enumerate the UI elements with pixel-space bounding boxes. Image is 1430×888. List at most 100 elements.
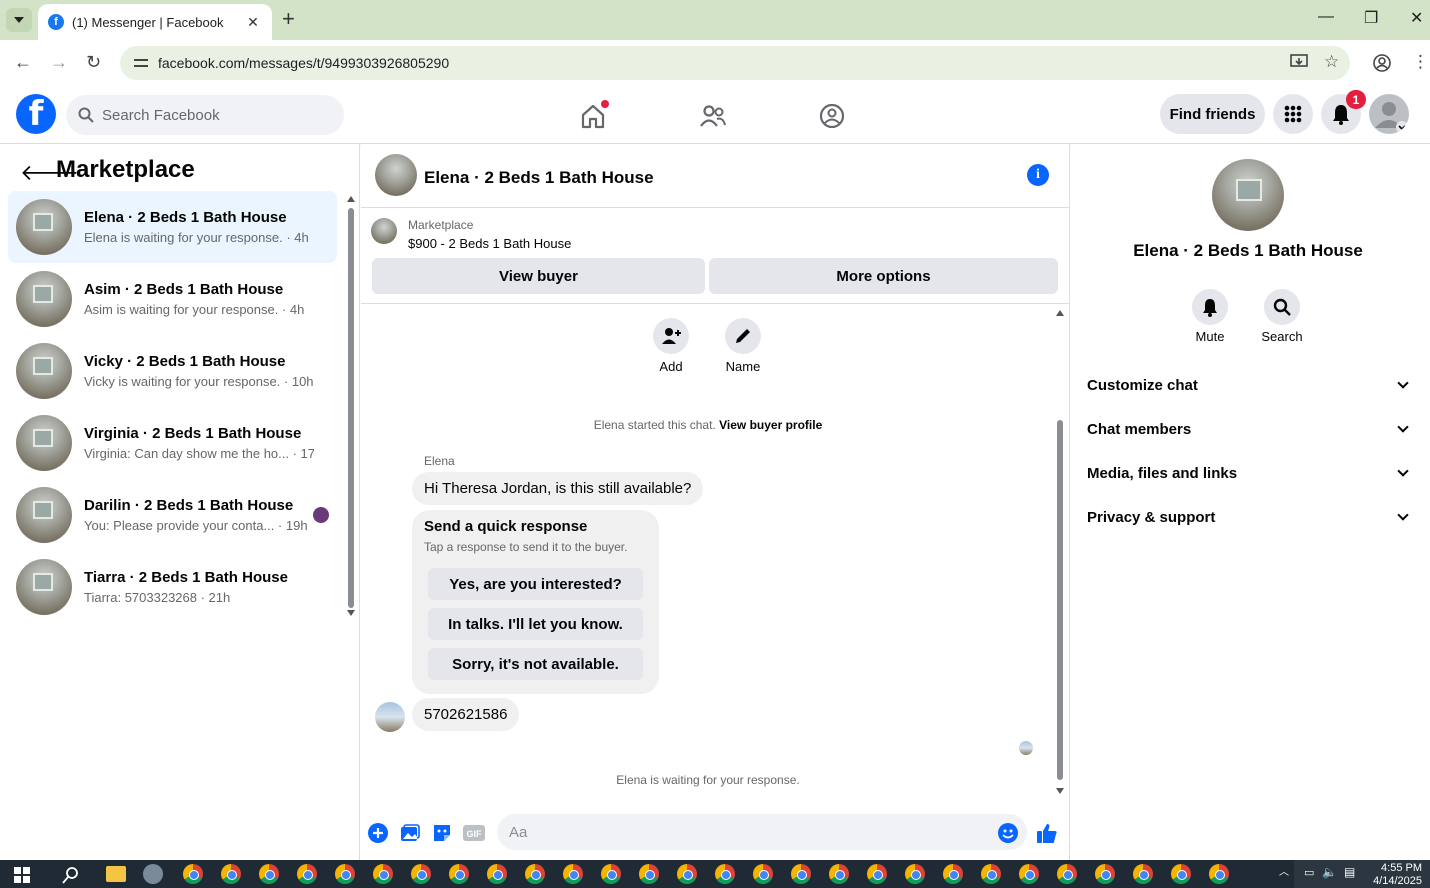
scroll-up-icon[interactable] xyxy=(347,196,355,202)
taskbar-browser-window-icon[interactable] xyxy=(373,864,393,884)
more-options-button[interactable]: More options xyxy=(709,258,1058,294)
taskbar-browser-window-icon[interactable] xyxy=(1133,864,1153,884)
conversation-item[interactable]: Tiarra · 2 Beds 1 Bath House Tiarra: 5703… xyxy=(8,551,337,623)
scroll-down-icon[interactable] xyxy=(1056,788,1064,794)
add-person-button[interactable] xyxy=(653,318,689,354)
bookmark-star-icon[interactable]: ☆ xyxy=(1324,52,1339,72)
taskbar-browser-window-icon[interactable] xyxy=(867,864,887,884)
nav-home[interactable] xyxy=(575,98,611,134)
media-files-links-section[interactable]: Media, files and links xyxy=(1087,458,1413,488)
sticker-button[interactable] xyxy=(431,822,453,844)
taskbar-browser-window-icon[interactable] xyxy=(715,864,735,884)
quick-response-option[interactable]: Yes, are you interested? xyxy=(428,568,643,600)
nav-friends[interactable] xyxy=(695,98,731,134)
gif-button[interactable]: GIF xyxy=(463,822,485,844)
find-friends-button[interactable]: Find friends xyxy=(1160,94,1265,134)
taskbar-browser-window-icon[interactable] xyxy=(297,864,317,884)
message-input[interactable] xyxy=(497,814,1027,850)
back-icon[interactable]: ← xyxy=(14,52,32,73)
view-buyer-profile-link[interactable]: View buyer profile xyxy=(719,418,822,432)
taskbar-browser-window-icon[interactable] xyxy=(829,864,849,884)
file-explorer-icon[interactable] xyxy=(106,866,126,882)
quick-response-option[interactable]: Sorry, it's not available. xyxy=(428,648,643,680)
tab-list-button[interactable] xyxy=(6,8,32,32)
search-in-chat-button[interactable] xyxy=(1264,289,1300,325)
taskbar-browser-window-icon[interactable] xyxy=(259,864,279,884)
scrollbar-thumb[interactable] xyxy=(1057,420,1063,780)
profile-avatar[interactable] xyxy=(1369,94,1409,134)
taskbar-browser-window-icon[interactable] xyxy=(981,864,1001,884)
taskbar-browser-window-icon[interactable] xyxy=(525,864,545,884)
scroll-up-icon[interactable] xyxy=(1056,310,1064,316)
details-avatar[interactable] xyxy=(1212,159,1284,231)
taskbar-browser-window-icon[interactable] xyxy=(791,864,811,884)
taskbar-browser-window-icon[interactable] xyxy=(639,864,659,884)
notification-center-icon[interactable]: ▤ xyxy=(1344,865,1355,879)
windows-start-icon[interactable] xyxy=(14,867,30,883)
taskbar-browser-window-icon[interactable] xyxy=(943,864,963,884)
address-bar[interactable]: facebook.com/messages/t/9499303926805290 xyxy=(120,46,1350,80)
chat-avatar[interactable] xyxy=(375,154,417,196)
attach-photo-button[interactable] xyxy=(399,822,421,844)
facebook-search[interactable] xyxy=(66,95,344,135)
taskbar-browser-window-icon[interactable] xyxy=(183,864,203,884)
minimize-icon[interactable]: — xyxy=(1318,8,1334,26)
browser-tab-messenger[interactable]: f (1) Messenger | Facebook ✕ xyxy=(38,4,272,40)
view-buyer-button[interactable]: View buyer xyxy=(372,258,705,294)
name-chat-button[interactable] xyxy=(725,318,761,354)
scroll-down-icon[interactable] xyxy=(347,610,355,616)
taskbar-browser-window-icon[interactable] xyxy=(1057,864,1077,884)
chat-members-section[interactable]: Chat members xyxy=(1087,414,1413,444)
conversation-item[interactable]: Virginia · 2 Beds 1 Bath House Virginia: … xyxy=(8,407,337,479)
menu-button[interactable] xyxy=(1273,94,1313,134)
volume-icon[interactable]: 🔈 xyxy=(1322,865,1337,879)
emoji-button[interactable] xyxy=(997,822,1019,844)
search-input[interactable] xyxy=(102,106,322,124)
taskbar-browser-window-icon[interactable] xyxy=(905,864,925,884)
message-bubble[interactable]: 5702621586 xyxy=(412,698,520,731)
close-window-icon[interactable]: ✕ xyxy=(1410,8,1423,28)
taskbar-browser-window-icon[interactable] xyxy=(221,864,241,884)
taskbar-browser-window-icon[interactable] xyxy=(677,864,697,884)
facebook-logo-icon[interactable]: f xyxy=(16,94,56,134)
nav-groups[interactable] xyxy=(814,98,850,134)
conversation-item[interactable]: Darilin · 2 Beds 1 Bath House You: Please… xyxy=(8,479,337,551)
quick-response-option[interactable]: In talks. I'll let you know. xyxy=(428,608,643,640)
network-icon[interactable]: ▭ xyxy=(1304,866,1314,879)
chat-title[interactable]: Elena · 2 Beds 1 Bath House xyxy=(424,168,654,188)
sender-avatar[interactable] xyxy=(375,702,405,732)
send-like-button[interactable] xyxy=(1036,822,1058,844)
taskbar-browser-window-icon[interactable] xyxy=(1019,864,1039,884)
taskbar-browser-window-icon[interactable] xyxy=(487,864,507,884)
taskbar-browser-window-icon[interactable] xyxy=(563,864,583,884)
taskbar-browser-window-icon[interactable] xyxy=(335,864,355,884)
conversation-item[interactable]: Vicky · 2 Beds 1 Bath House Vicky is wait… xyxy=(8,335,337,407)
taskbar-browser-window-icon[interactable] xyxy=(753,864,773,884)
install-app-icon[interactable] xyxy=(1290,54,1308,70)
more-actions-button[interactable] xyxy=(367,822,389,844)
conversation-item[interactable]: Elena · 2 Beds 1 Bath House Elena is wait… xyxy=(8,191,337,263)
taskbar-browser-window-icon[interactable] xyxy=(449,864,469,884)
taskbar-clock[interactable]: 4:55 PM 4/14/2025 xyxy=(1373,862,1422,888)
scrollbar-thumb[interactable] xyxy=(348,208,354,608)
pinned-app-icon[interactable] xyxy=(143,864,163,884)
maximize-icon[interactable]: ❐ xyxy=(1364,8,1378,28)
close-tab-icon[interactable]: ✕ xyxy=(244,14,262,31)
mute-button[interactable] xyxy=(1192,289,1228,325)
browser-menu-icon[interactable]: ⋮ xyxy=(1412,52,1429,72)
conversation-list-scrollbar[interactable] xyxy=(346,196,356,616)
privacy-support-section[interactable]: Privacy & support xyxy=(1087,502,1413,532)
reload-icon[interactable]: ↻ xyxy=(86,52,101,73)
site-info-icon[interactable] xyxy=(134,57,148,69)
taskbar-browser-window-icon[interactable] xyxy=(1171,864,1191,884)
show-hidden-icons-icon[interactable]: ︿ xyxy=(1279,863,1289,878)
listing-price-title[interactable]: $900 - 2 Beds 1 Bath House xyxy=(408,236,571,251)
forward-icon[interactable]: → xyxy=(50,52,68,73)
chat-scrollbar[interactable] xyxy=(1055,310,1065,794)
taskbar-browser-window-icon[interactable] xyxy=(1209,864,1229,884)
taskbar-browser-window-icon[interactable] xyxy=(411,864,431,884)
new-tab-icon[interactable]: + xyxy=(282,8,295,30)
profile-icon[interactable] xyxy=(1373,54,1391,72)
search-icon[interactable] xyxy=(62,866,80,884)
taskbar-browser-window-icon[interactable] xyxy=(1095,864,1115,884)
